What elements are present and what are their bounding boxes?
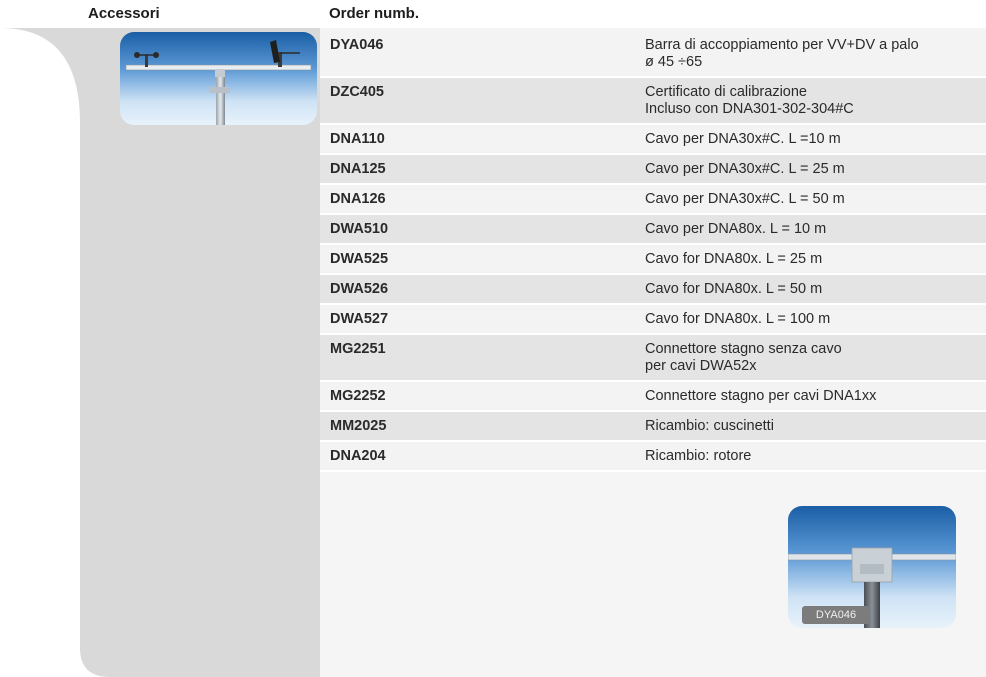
order-code: DWA525	[330, 251, 389, 267]
order-description: Cavo per DNA30x#C. L =10 m	[645, 131, 841, 147]
order-code: DNA110	[330, 131, 385, 147]
table-row: MG2251 Connettore stagno senza cavo per …	[320, 335, 986, 382]
order-code: DNA126	[330, 191, 386, 207]
photo-caption-badge: DYA046	[802, 606, 870, 624]
order-description: Barra di accoppiamento per VV+DV a palo …	[645, 37, 919, 70]
side-panel-shape	[0, 28, 320, 677]
accessories-heading: Accessori	[88, 5, 160, 22]
sensor-bar-illustration	[125, 40, 312, 125]
order-description: Connettore stagno senza cavo per cavi DW…	[645, 341, 842, 374]
order-description: Cavo per DNA30x#C. L = 50 m	[645, 191, 845, 207]
order-code: DWA526	[330, 281, 389, 297]
order-description: Cavo for DNA80x. L = 25 m	[645, 251, 823, 267]
order-code: DZC405	[330, 84, 384, 100]
order-code: DWA510	[330, 221, 389, 237]
table-row: MG2252 Connettore stagno per cavi DNA1xx	[320, 382, 986, 412]
table-row: DZC405 Certificato di calibrazione Inclu…	[320, 78, 986, 125]
order-description: Ricambio: cuscinetti	[645, 418, 774, 434]
order-code: DWA527	[330, 311, 389, 327]
order-description: Cavo per DNA80x. L = 10 m	[645, 221, 827, 237]
order-description: Cavo for DNA80x. L = 100 m	[645, 311, 831, 327]
order-code: MG2251	[330, 341, 386, 357]
product-photo-sensors	[120, 32, 317, 125]
side-panel	[0, 28, 320, 677]
order-description: Cavo for DNA80x. L = 50 m	[645, 281, 823, 297]
table-row: DWA526 Cavo for DNA80x. L = 50 m	[320, 275, 986, 305]
order-code: DNA125	[330, 161, 386, 177]
order-code: MG2252	[330, 388, 386, 404]
order-description: Connettore stagno per cavi DNA1xx	[645, 388, 877, 404]
table-row: DNA110 Cavo per DNA30x#C. L =10 m	[320, 125, 986, 155]
table-row: DYA046 Barra di accoppiamento per VV+DV …	[320, 31, 986, 78]
table-row: DWA510 Cavo per DNA80x. L = 10 m	[320, 215, 986, 245]
order-code: DYA046	[330, 37, 384, 53]
order-number-heading: Order numb.	[329, 5, 420, 22]
order-description: Certificato di calibrazione Incluso con …	[645, 84, 854, 117]
table-row: DNA125 Cavo per DNA30x#C. L = 25 m	[320, 155, 986, 185]
table-row: DNA204 Ricambio: rotore	[320, 442, 986, 472]
table-row: MM2025 Ricambio: cuscinetti	[320, 412, 986, 442]
table-row: DNA126 Cavo per DNA30x#C. L = 50 m	[320, 185, 986, 215]
order-table: DYA046 Barra di accoppiamento per VV+DV …	[320, 31, 986, 472]
order-code: DNA204	[330, 448, 386, 464]
table-row: DWA527 Cavo for DNA80x. L = 100 m	[320, 305, 986, 335]
order-code: MM2025	[330, 418, 387, 434]
order-description: Cavo per DNA30x#C. L = 25 m	[645, 161, 845, 177]
order-description: Ricambio: rotore	[645, 448, 752, 464]
table-row: DWA525 Cavo for DNA80x. L = 25 m	[320, 245, 986, 275]
